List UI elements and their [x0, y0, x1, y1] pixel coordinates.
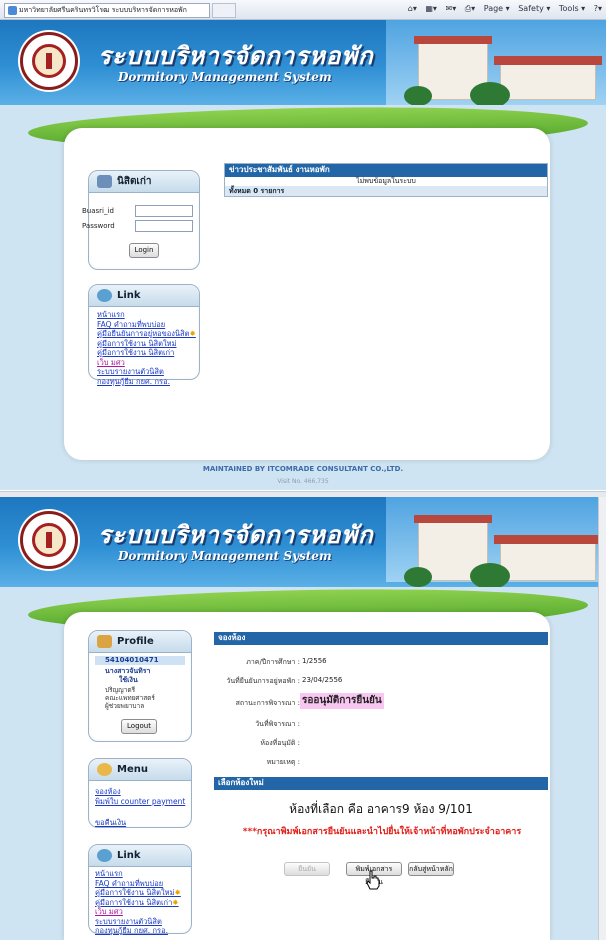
tools-menu[interactable]: Tools ▾ — [559, 4, 585, 13]
profile-panel-header: Profile — [89, 631, 191, 653]
menu-print-counter-payment[interactable]: พิมพ์ใบ counter payment — [95, 797, 185, 807]
link-swu-web[interactable]: เว็บ มศว — [97, 358, 196, 368]
site-header: ระบบบริหารจัดการหอพัก Dormitory Manageme… — [0, 20, 606, 105]
link-panel: Link หน้าแรก FAQ คำถามที่พบบ่อย คู่มือยื… — [88, 284, 200, 386]
link-panel-header-2: Link — [89, 845, 191, 867]
browser-command-bar: ⌂▾ ▦▾ ✉▾ ⎙▾ Page ▾ Safety ▾ Tools ▾ ?▾ — [402, 4, 602, 14]
news-table: ข่าวประชาสัมพันธ์ งานหอพัก ไม่พบข้อมูลใน… — [224, 163, 548, 197]
help-icon[interactable]: ?▾ — [594, 4, 602, 13]
browser-tab[interactable]: มหาวิทยาลัยศรีนครินทรวิโรฒ ระบบบริหารจัด… — [4, 3, 210, 18]
new-tab-button[interactable] — [212, 3, 236, 18]
booking-section-header: จองห้อง — [214, 632, 548, 645]
semester-value: 1/2556 — [302, 657, 327, 665]
feeds-icon[interactable]: ▦▾ — [425, 4, 437, 13]
new-room-section-header: เลือกห้องใหม่ — [214, 777, 548, 790]
home-icon[interactable]: ⌂▾ — [408, 4, 417, 13]
new-star-icon-3: ✸ — [172, 897, 179, 907]
link-panel-2: Link หน้าแรก FAQ คำถามที่พบบ่อย คู่มือกา… — [88, 844, 192, 936]
student-major: ผู้ช่วยพยาบาล — [105, 702, 145, 710]
page-favicon-icon — [8, 6, 17, 15]
page-scrollbar[interactable] — [598, 497, 606, 940]
confirm-button-disabled[interactable]: ยืนยัน — [284, 862, 330, 876]
link-home[interactable]: หน้าแรก — [97, 310, 196, 320]
student-id: 54104010471 — [95, 656, 185, 665]
hand-cursor-icon — [366, 870, 380, 890]
link-student-loan-2[interactable]: กองทุนกู้ยืม กยศ. กรอ. — [95, 926, 181, 936]
site-header-2: ระบบบริหารจัดการหอพัก Dormitory Manageme… — [0, 497, 606, 587]
link-report-system[interactable]: ระบบรายงานตัวนิสิต — [97, 367, 196, 377]
status-badge: รออนุมัติการยืนยัน — [300, 693, 384, 709]
users-icon — [97, 175, 112, 188]
link-home-2[interactable]: หน้าแรก — [95, 869, 181, 879]
news-total: ทั้งหมด 0 รายการ — [225, 186, 547, 196]
folder-icon — [97, 635, 112, 648]
review-date-label: วันที่พิจารณา : — [255, 720, 300, 728]
status-label: สถานะการพิจารณา : — [235, 699, 300, 707]
confirm-date-label: วันที่ยืนยันการอยู่หอพัก : — [226, 677, 300, 685]
remark-label: หมายเหตุ : — [266, 758, 300, 766]
login-panel: นิสิตเก่า Buasri_id Password Login — [82, 170, 200, 270]
link-report-system-2[interactable]: ระบบรายงานตัวนิสิต — [95, 917, 181, 927]
link-panel-header: Link — [89, 285, 199, 307]
menu-refund[interactable]: ขอคืนเงิน — [95, 818, 185, 828]
new-star-icon-2: ✸ — [174, 888, 181, 897]
university-seal-logo — [20, 32, 78, 90]
news-header: ข่าวประชาสัมพันธ์ งานหอพัก — [225, 164, 547, 177]
login-button[interactable]: Login — [129, 243, 159, 258]
approved-room-label: ห้องที่อนุมัติ : — [260, 739, 300, 747]
link-new-student-manual[interactable]: คู่มือการใช้งาน นิสิตใหม่ — [97, 339, 196, 349]
logout-button[interactable]: Logout — [121, 719, 157, 734]
link-globe-icon — [97, 289, 112, 302]
site-title-english-2: Dormitory Management System — [118, 549, 332, 563]
safety-menu[interactable]: Safety ▾ — [518, 4, 550, 13]
profile-panel: Profile 54104010471 นางสาวจันทิรา ใช้เงิ… — [88, 630, 192, 742]
login-panel-header: นิสิตเก่า — [89, 171, 199, 193]
back-to-main-button[interactable]: กลับสู่หน้าหลัก — [408, 862, 454, 876]
print-warning-text: ***กรุณาพิมพ์เอกสารยืนยันและนำไปยื่นให้เ… — [242, 827, 522, 837]
username-label: Buasri_id — [82, 207, 114, 215]
link-faq[interactable]: FAQ คำถามที่พบบ่อย — [97, 320, 196, 330]
menu-panel-header: Menu — [89, 759, 191, 781]
university-seal-logo-2 — [20, 511, 78, 569]
browser-tab-title: มหาวิทยาลัยศรีนครินทรวิโรฒ ระบบบริหารจัด… — [19, 6, 187, 14]
link-old-student-manual[interactable]: คู่มือการใช้งาน นิสิตเก่า — [97, 348, 196, 358]
menu-icon — [97, 763, 112, 776]
link-swu-web-2[interactable]: เว็บ มศว — [95, 907, 181, 917]
semester-label: ภาค/ปีการศึกษา : — [246, 658, 300, 666]
link-new-student-manual-2[interactable]: คู่มือการใช้งาน นิสิตใหม่✸ — [95, 888, 181, 898]
new-star-icon: ✸ — [189, 329, 196, 338]
browser-toolbar: มหาวิทยาลัยศรีนครินทรวิโรฒ ระบบบริหารจัด… — [0, 0, 606, 20]
page-menu[interactable]: Page ▾ — [484, 4, 510, 13]
link-old-student-manual-2[interactable]: คู่มือการใช้งาน นิสิตเก่า✸ — [95, 898, 181, 908]
footer-maintained-by: MAINTAINED BY ITCOMRADE CONSULTANT CO.,L… — [202, 465, 404, 473]
link-stay-confirm-manual[interactable]: คู่มือยืนยันการอยู่หอของนิสิต✸ — [97, 329, 196, 339]
site-title-english: Dormitory Management System — [118, 70, 332, 84]
link-student-loan[interactable]: กองทุนกู้ยืม กยศ. กรอ. — [97, 377, 196, 387]
news-empty-message: ไม่พบข้อมูลในระบบ — [356, 177, 416, 185]
username-input[interactable] — [135, 205, 193, 217]
link-faq-2[interactable]: FAQ คำถามที่พบบ่อย — [95, 879, 181, 889]
menu-panel: Menu จองห้อง พิมพ์ใบ counter payment ขอค… — [88, 758, 192, 828]
mail-icon[interactable]: ✉▾ — [446, 4, 457, 13]
selected-room-text: ห้องที่เลือก คือ อาคาร9 ห้อง 9/101 — [289, 802, 473, 816]
print-icon[interactable]: ⎙▾ — [465, 4, 475, 13]
menu-book-room[interactable]: จองห้อง — [95, 787, 185, 797]
password-label: Password — [82, 222, 115, 230]
confirm-date-value: 23/04/2556 — [302, 676, 343, 684]
visit-counter: Visit No. 466,735 — [277, 478, 329, 485]
link-globe-icon-2 — [97, 849, 112, 862]
password-input[interactable] — [135, 220, 193, 232]
